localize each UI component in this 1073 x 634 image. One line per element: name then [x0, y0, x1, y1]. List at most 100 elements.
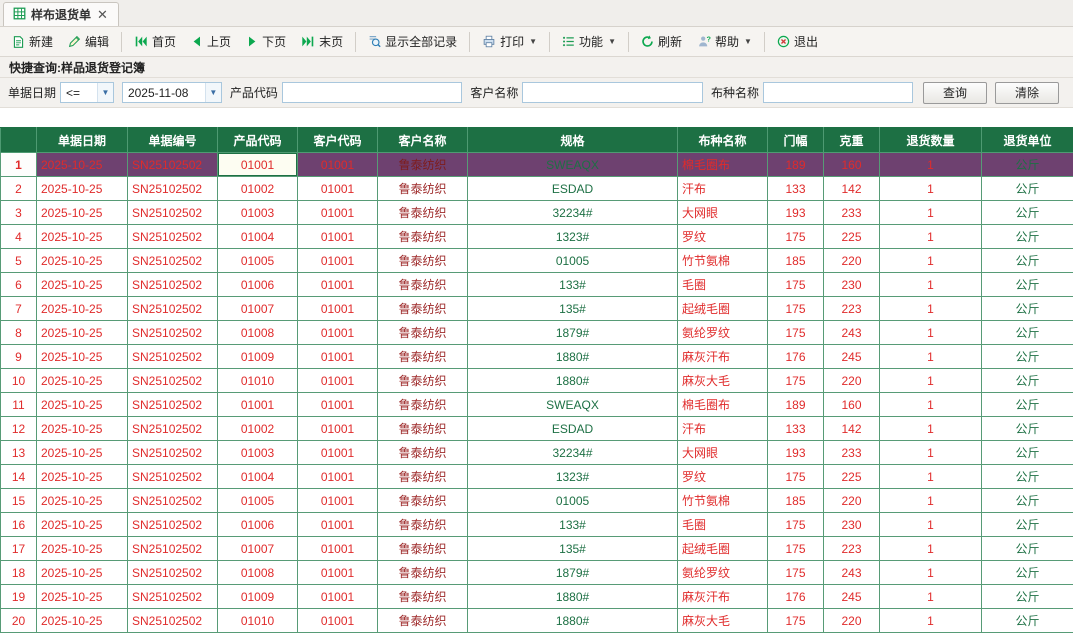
table-cell[interactable]: 鲁泰纺织 [378, 273, 468, 297]
table-cell[interactable]: 160 [824, 153, 880, 177]
table-cell[interactable]: 193 [768, 441, 824, 465]
table-cell[interactable]: 01001 [298, 225, 378, 249]
row-number[interactable]: 17 [1, 537, 37, 561]
table-cell[interactable]: 245 [824, 585, 880, 609]
table-cell[interactable]: 鲁泰纺织 [378, 393, 468, 417]
table-cell[interactable]: 01010 [218, 369, 298, 393]
table-cell[interactable]: 起绒毛圈 [678, 297, 768, 321]
column-header[interactable]: 单据编号 [128, 128, 218, 153]
table-cell[interactable]: 1 [880, 537, 982, 561]
exit-button[interactable]: 退出 [770, 29, 825, 54]
help-button[interactable]: ? 帮助 ▼ [690, 29, 759, 54]
table-cell[interactable]: 01003 [218, 441, 298, 465]
table-row[interactable]: 132025-10-25SN251025020100301001鲁泰纺织3223… [1, 441, 1073, 465]
table-cell[interactable]: SN25102502 [128, 585, 218, 609]
row-number[interactable]: 8 [1, 321, 37, 345]
table-cell[interactable]: 243 [824, 561, 880, 585]
row-number[interactable]: 13 [1, 441, 37, 465]
table-row[interactable]: 122025-10-25SN251025020100201001鲁泰纺织ESDA… [1, 417, 1073, 441]
first-page-button[interactable]: 首页 [127, 29, 183, 54]
column-header[interactable]: 客户名称 [378, 128, 468, 153]
table-cell[interactable]: 175 [768, 273, 824, 297]
table-row[interactable]: 172025-10-25SN251025020100701001鲁泰纺织135#… [1, 537, 1073, 561]
table-row[interactable]: 82025-10-25SN251025020100801001鲁泰纺织1879#… [1, 321, 1073, 345]
table-cell[interactable]: 133 [768, 177, 824, 201]
table-cell[interactable]: SN25102502 [128, 297, 218, 321]
table-cell[interactable]: 2025-10-25 [37, 441, 128, 465]
table-row[interactable]: 22025-10-25SN251025020100201001鲁泰纺织ESDAD… [1, 177, 1073, 201]
table-cell[interactable]: 1 [880, 225, 982, 249]
table-cell[interactable]: 麻灰大毛 [678, 369, 768, 393]
table-cell[interactable]: 1 [880, 417, 982, 441]
row-number[interactable]: 2 [1, 177, 37, 201]
table-cell[interactable]: 2025-10-25 [37, 273, 128, 297]
table-cell[interactable]: 2025-10-25 [37, 369, 128, 393]
table-row[interactable]: 112025-10-25SN251025020100101001鲁泰纺织SWEA… [1, 393, 1073, 417]
table-cell[interactable]: 鲁泰纺织 [378, 297, 468, 321]
table-cell[interactable]: 142 [824, 417, 880, 441]
table-cell[interactable]: 2025-10-25 [37, 417, 128, 441]
table-cell[interactable]: 01001 [298, 321, 378, 345]
column-header[interactable]: 产品代码 [218, 128, 298, 153]
table-cell[interactable]: 01001 [298, 417, 378, 441]
table-cell[interactable]: 鲁泰纺织 [378, 177, 468, 201]
table-cell[interactable]: 2025-10-25 [37, 393, 128, 417]
table-cell[interactable]: 2025-10-25 [37, 345, 128, 369]
table-cell[interactable]: 公斤 [982, 153, 1073, 177]
table-cell[interactable]: 223 [824, 297, 880, 321]
table-cell[interactable]: 01006 [218, 513, 298, 537]
table-cell[interactable]: 毛圈 [678, 273, 768, 297]
table-cell[interactable]: 1 [880, 489, 982, 513]
table-cell[interactable]: SN25102502 [128, 369, 218, 393]
table-cell[interactable]: 185 [768, 249, 824, 273]
table-cell[interactable]: 2025-10-25 [37, 249, 128, 273]
tab-sample-return-order[interactable]: 样布退货单 ✕ [3, 2, 119, 26]
table-cell[interactable]: 2025-10-25 [37, 537, 128, 561]
table-cell[interactable]: SN25102502 [128, 345, 218, 369]
table-cell[interactable]: 01001 [298, 273, 378, 297]
table-cell[interactable]: 2025-10-25 [37, 489, 128, 513]
table-cell[interactable]: 1 [880, 249, 982, 273]
table-cell[interactable]: SN25102502 [128, 441, 218, 465]
table-cell[interactable]: 1 [880, 153, 982, 177]
table-cell[interactable]: 2025-10-25 [37, 585, 128, 609]
table-cell[interactable]: 01001 [298, 441, 378, 465]
table-cell[interactable]: 鲁泰纺织 [378, 609, 468, 633]
table-cell[interactable]: 175 [768, 609, 824, 633]
table-cell[interactable]: 01004 [218, 225, 298, 249]
table-cell[interactable]: 133# [468, 513, 678, 537]
table-cell[interactable]: SN25102502 [128, 537, 218, 561]
table-cell[interactable]: 鲁泰纺织 [378, 489, 468, 513]
table-cell[interactable]: 220 [824, 249, 880, 273]
table-cell[interactable]: 公斤 [982, 585, 1073, 609]
row-number[interactable]: 5 [1, 249, 37, 273]
table-cell[interactable]: 01010 [218, 609, 298, 633]
table-cell[interactable]: SN25102502 [128, 489, 218, 513]
table-cell[interactable]: 1 [880, 369, 982, 393]
table-cell[interactable]: 01001 [298, 177, 378, 201]
table-cell[interactable]: 225 [824, 465, 880, 489]
date-operator-select[interactable]: <= ▼ [60, 82, 114, 103]
table-cell[interactable]: 棉毛圈布 [678, 393, 768, 417]
edit-button[interactable]: 编辑 [61, 29, 116, 54]
table-cell[interactable]: 01002 [218, 177, 298, 201]
column-header[interactable]: 退货单位 [982, 128, 1073, 153]
table-row[interactable]: 52025-10-25SN251025020100501001鲁泰纺织01005… [1, 249, 1073, 273]
table-cell[interactable]: 公斤 [982, 441, 1073, 465]
table-cell[interactable]: 01001 [298, 585, 378, 609]
table-cell[interactable]: 公斤 [982, 417, 1073, 441]
table-row[interactable]: 42025-10-25SN251025020100401001鲁泰纺织1323#… [1, 225, 1073, 249]
table-cell[interactable]: 公斤 [982, 321, 1073, 345]
table-cell[interactable]: 公斤 [982, 273, 1073, 297]
prev-page-button[interactable]: 上页 [184, 29, 238, 54]
table-cell[interactable]: 鲁泰纺织 [378, 585, 468, 609]
table-cell[interactable]: 公斤 [982, 369, 1073, 393]
table-cell[interactable]: 起绒毛圈 [678, 537, 768, 561]
table-cell[interactable]: 01001 [298, 297, 378, 321]
table-cell[interactable]: 1 [880, 585, 982, 609]
table-cell[interactable]: 1 [880, 609, 982, 633]
table-cell[interactable]: 01005 [218, 489, 298, 513]
table-cell[interactable]: 01001 [298, 489, 378, 513]
table-cell[interactable]: 罗纹 [678, 225, 768, 249]
table-row[interactable]: 72025-10-25SN251025020100701001鲁泰纺织135#起… [1, 297, 1073, 321]
